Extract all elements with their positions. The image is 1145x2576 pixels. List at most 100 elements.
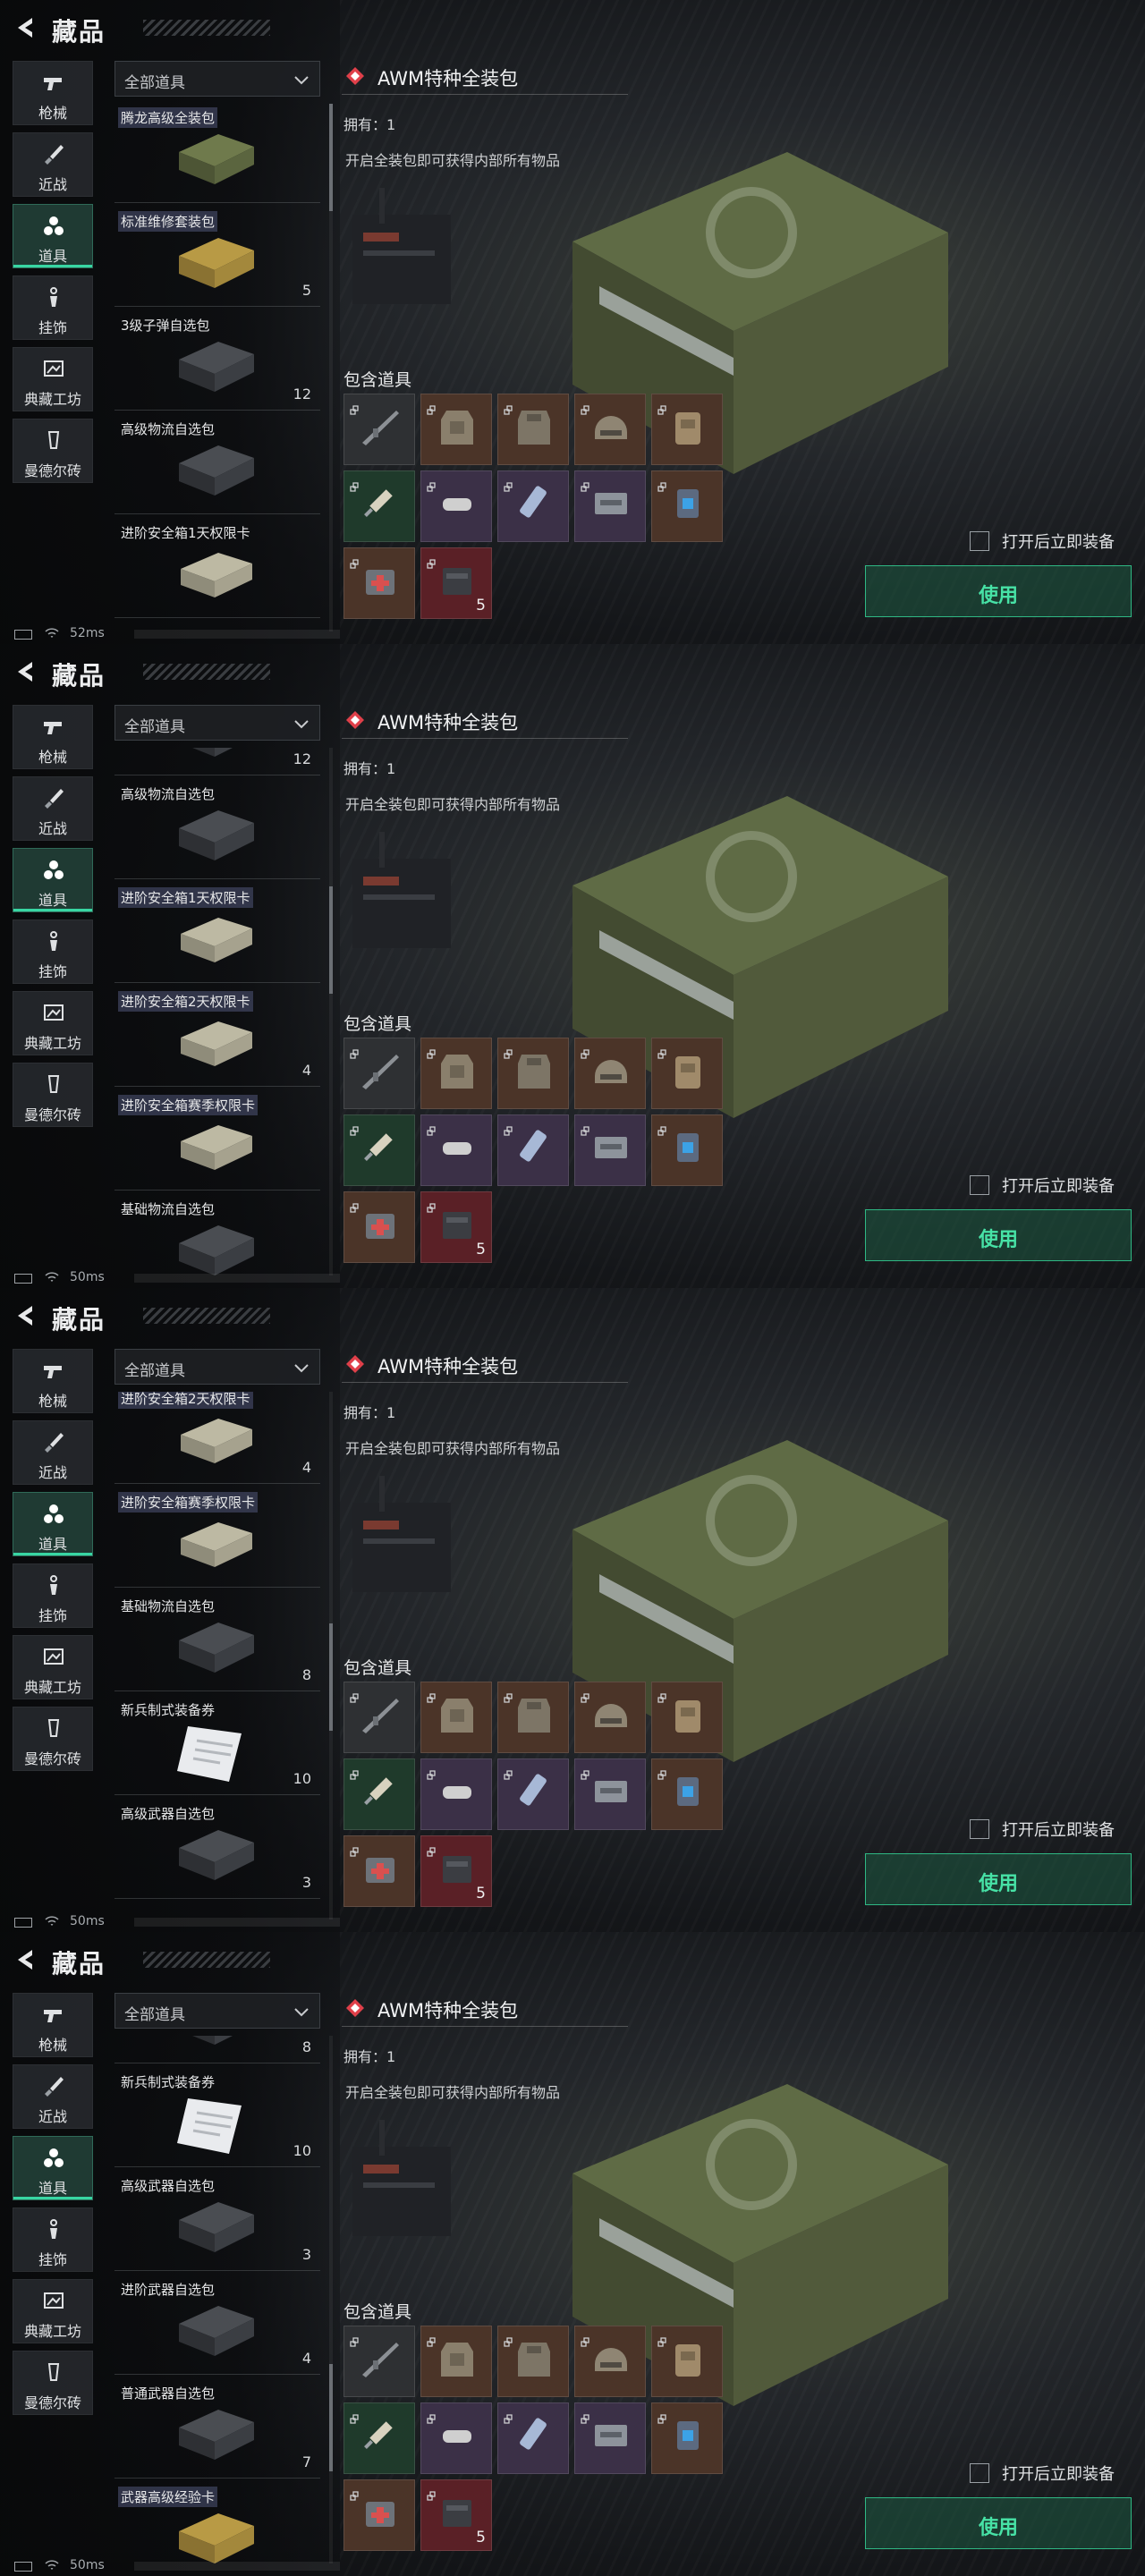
nav-item-5[interactable]: 曼德尔砖	[13, 1707, 93, 1771]
nav-item-1[interactable]: 近战	[13, 1420, 93, 1485]
list-item[interactable]: 基础物流自选包 8	[114, 1592, 320, 1691]
included-item[interactable]: 5	[420, 547, 492, 619]
included-item[interactable]	[651, 394, 723, 465]
nav-item-1[interactable]: 近战	[13, 776, 93, 841]
included-item[interactable]	[344, 2326, 415, 2397]
list-item[interactable]: 进阶安全箱1天权限卡	[114, 884, 320, 983]
use-button[interactable]: 使用	[865, 1209, 1132, 1261]
list-scrollbar[interactable]	[329, 2036, 333, 2563]
included-item[interactable]	[574, 394, 646, 465]
included-item[interactable]	[344, 470, 415, 542]
included-item[interactable]	[420, 470, 492, 542]
list-item[interactable]: 进阶安全箱赛季权限卡	[114, 1091, 320, 1191]
nav-item-0[interactable]: 枪械	[13, 1993, 93, 2057]
use-button[interactable]: 使用	[865, 2497, 1132, 2549]
included-item[interactable]	[497, 1682, 569, 1753]
list-item[interactable]: 3级子弹自选包 12	[114, 311, 320, 411]
list-item[interactable]: 12	[114, 748, 320, 775]
nav-item-4[interactable]: 典藏工坊	[13, 991, 93, 1055]
included-item[interactable]	[420, 1038, 492, 1109]
list-item[interactable]: 高级武器自选包 3	[114, 1800, 320, 1899]
list-scroll-thumb[interactable]	[329, 2363, 333, 2471]
nav-item-2[interactable]: 道具	[13, 1492, 93, 1556]
filter-dropdown[interactable]: 全部道具	[114, 1993, 320, 2029]
included-item[interactable]	[420, 1682, 492, 1753]
included-item[interactable]	[574, 470, 646, 542]
included-item[interactable]	[651, 2326, 723, 2397]
list-item[interactable]: 腾龙高级全装包	[114, 104, 320, 203]
included-item[interactable]	[420, 2402, 492, 2474]
equip-checkbox[interactable]	[970, 531, 989, 551]
list-scroll-thumb[interactable]	[329, 886, 333, 995]
list-item[interactable]: 高级物流自选包	[114, 415, 320, 514]
included-item[interactable]	[497, 394, 569, 465]
included-item[interactable]	[344, 1114, 415, 1186]
list-scroll-thumb[interactable]	[329, 104, 333, 211]
filter-dropdown[interactable]: 全部道具	[114, 1349, 320, 1385]
included-item[interactable]	[651, 1038, 723, 1109]
use-button[interactable]: 使用	[865, 1853, 1132, 1905]
nav-item-3[interactable]: 挂饰	[13, 2207, 93, 2272]
nav-item-4[interactable]: 典藏工坊	[13, 347, 93, 411]
included-item[interactable]	[651, 470, 723, 542]
list-scroll-thumb[interactable]	[329, 1623, 333, 1731]
list-item[interactable]: 进阶安全箱1天权限卡	[114, 519, 320, 618]
nav-item-5[interactable]: 曼德尔砖	[13, 419, 93, 483]
nav-item-0[interactable]: 枪械	[13, 61, 93, 125]
included-item[interactable]	[574, 1114, 646, 1186]
included-item[interactable]: 5	[420, 1191, 492, 1263]
included-item[interactable]	[574, 1682, 646, 1753]
filter-dropdown[interactable]: 全部道具	[114, 61, 320, 97]
list-item[interactable]: 进阶安全箱2天权限卡 4	[114, 1392, 320, 1484]
included-item[interactable]	[420, 394, 492, 465]
equip-checkbox[interactable]	[970, 1175, 989, 1195]
nav-item-2[interactable]: 道具	[13, 204, 93, 268]
included-item[interactable]	[344, 1758, 415, 1830]
included-item[interactable]: 5	[420, 2479, 492, 2551]
included-item[interactable]	[651, 1114, 723, 1186]
list-item[interactable]: 普通武器自选包 7	[114, 2379, 320, 2479]
included-item[interactable]	[420, 1114, 492, 1186]
list-item[interactable]: 进阶武器自选包 4	[114, 2275, 320, 2375]
nav-item-2[interactable]: 道具	[13, 848, 93, 912]
included-item[interactable]	[497, 470, 569, 542]
nav-item-2[interactable]: 道具	[13, 2136, 93, 2200]
filter-dropdown[interactable]: 全部道具	[114, 705, 320, 741]
included-item[interactable]	[651, 1682, 723, 1753]
included-item[interactable]	[651, 1758, 723, 1830]
included-item[interactable]	[344, 394, 415, 465]
nav-item-4[interactable]: 典藏工坊	[13, 2279, 93, 2343]
included-item[interactable]	[497, 1758, 569, 1830]
list-item[interactable]: 武器高级经验卡	[114, 2483, 320, 2563]
nav-item-3[interactable]: 挂饰	[13, 919, 93, 984]
included-item[interactable]	[344, 1835, 415, 1907]
included-item[interactable]	[344, 2479, 415, 2551]
use-button[interactable]: 使用	[865, 565, 1132, 617]
nav-item-1[interactable]: 近战	[13, 2064, 93, 2129]
equip-checkbox[interactable]	[970, 1819, 989, 1839]
included-item[interactable]	[344, 2402, 415, 2474]
list-item[interactable]: 新兵制式装备券 10	[114, 1696, 320, 1795]
list-item[interactable]: 基础物流自选包	[114, 1195, 320, 1275]
list-item[interactable]: 标准维修套装包 5	[114, 208, 320, 307]
equip-checkbox[interactable]	[970, 2463, 989, 2483]
included-item[interactable]	[574, 1758, 646, 1830]
nav-item-1[interactable]: 近战	[13, 132, 93, 197]
included-item[interactable]	[420, 1758, 492, 1830]
nav-item-5[interactable]: 曼德尔砖	[13, 1063, 93, 1127]
included-item[interactable]	[344, 1682, 415, 1753]
list-item[interactable]: 进阶安全箱赛季权限卡	[114, 1488, 320, 1588]
nav-item-3[interactable]: 挂饰	[13, 275, 93, 340]
list-scrollbar[interactable]	[329, 748, 333, 1275]
included-item[interactable]	[497, 1114, 569, 1186]
nav-item-0[interactable]: 枪械	[13, 705, 93, 769]
included-item[interactable]	[651, 2402, 723, 2474]
included-item[interactable]	[344, 1191, 415, 1263]
included-item[interactable]	[574, 1038, 646, 1109]
included-item[interactable]	[574, 2402, 646, 2474]
included-item[interactable]	[574, 2326, 646, 2397]
list-item[interactable]: 高级武器自选包 3	[114, 2172, 320, 2271]
list-item[interactable]: 8	[114, 2036, 320, 2063]
nav-item-3[interactable]: 挂饰	[13, 1563, 93, 1628]
included-item[interactable]	[344, 547, 415, 619]
